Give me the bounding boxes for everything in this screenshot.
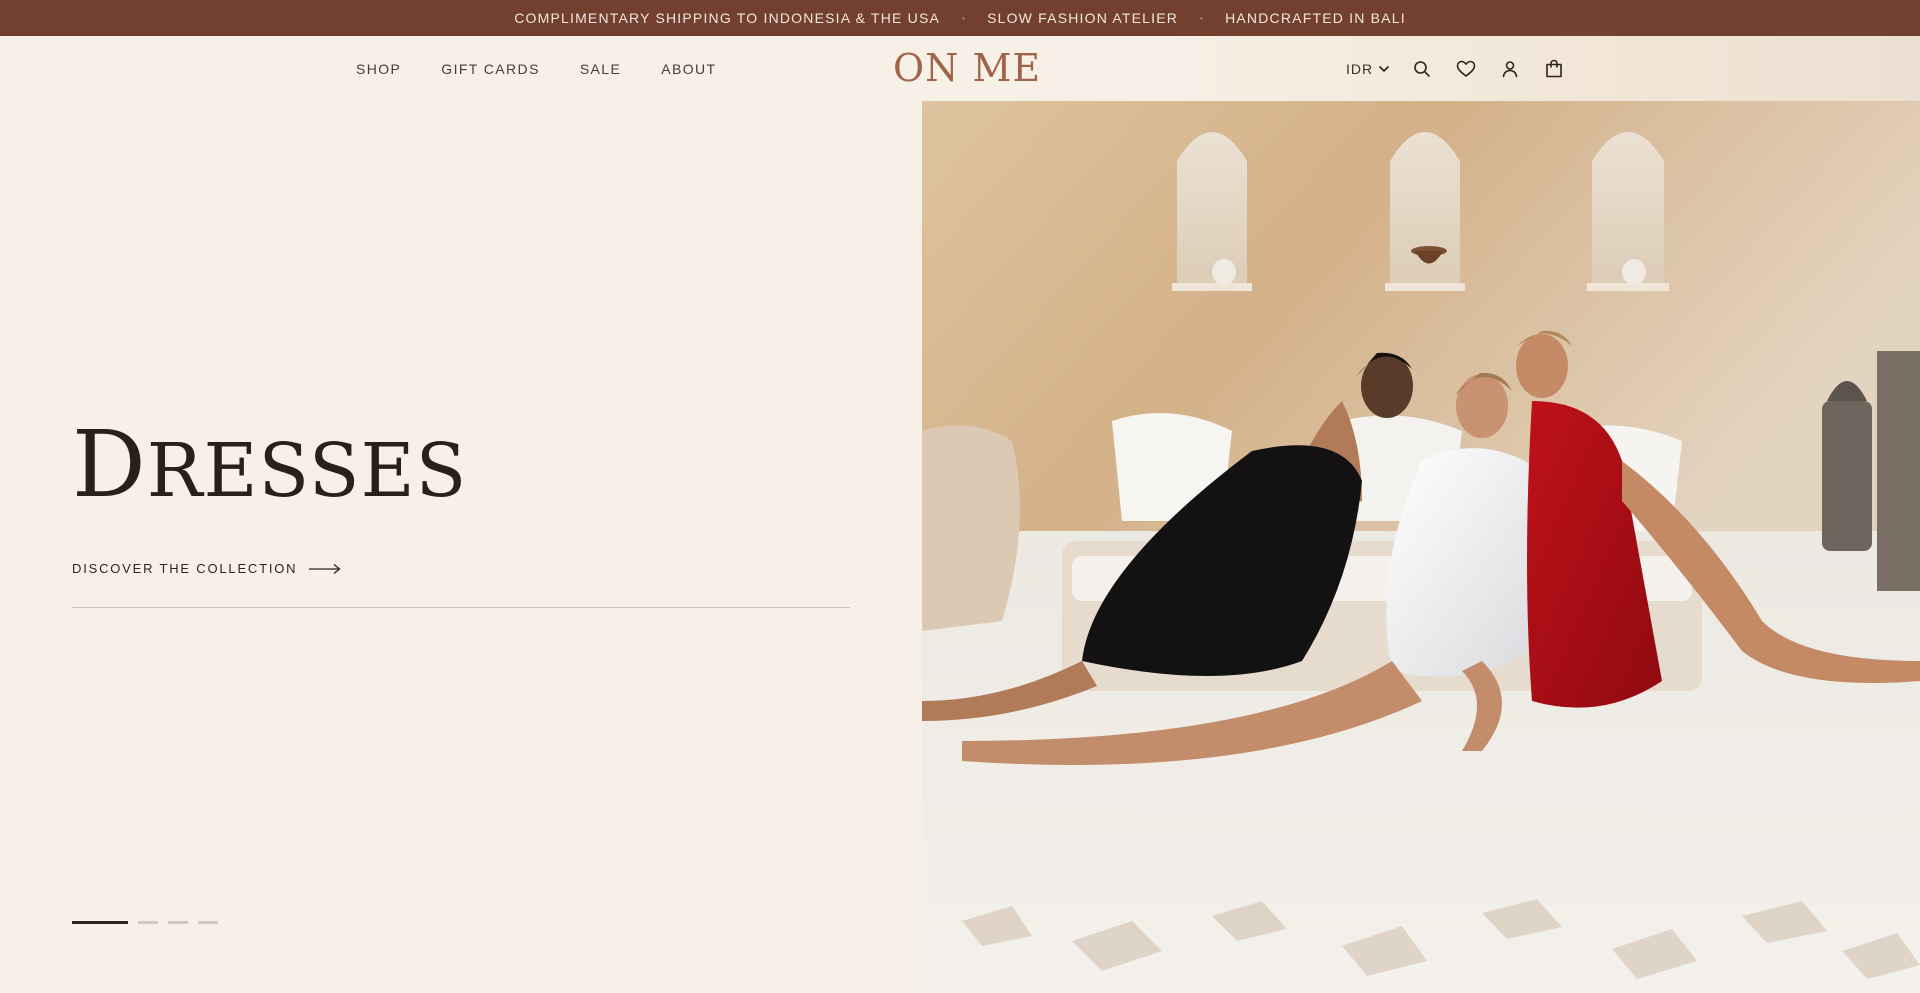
header-utilities: IDR	[1346, 36, 1566, 101]
announcement-shipping: COMPLIMENTARY SHIPPING TO INDONESIA & TH…	[514, 10, 941, 26]
discover-collection-label: DISCOVER THE COLLECTION	[72, 561, 298, 576]
chevron-down-icon	[1379, 65, 1389, 72]
hero-photo-illustration	[922, 101, 1920, 993]
slide-dot-2[interactable]	[138, 921, 158, 924]
bag-icon[interactable]	[1542, 57, 1566, 81]
search-icon[interactable]	[1410, 57, 1434, 81]
currency-selector[interactable]: IDR	[1346, 61, 1390, 77]
nav-sale[interactable]: SALE	[580, 61, 621, 77]
currency-label: IDR	[1346, 60, 1374, 77]
announcement-bar: COMPLIMENTARY SHIPPING TO INDONESIA & TH…	[0, 0, 1920, 36]
nav-shop[interactable]: SHOP	[356, 61, 401, 77]
arrow-right-icon	[309, 563, 341, 574]
slide-dot-1[interactable]	[72, 921, 128, 924]
hero-text-panel: DRESSES DISCOVER THE COLLECTION	[0, 101, 922, 993]
main-nav: SHOP GIFT CARDS SALE ABOUT	[356, 36, 716, 101]
heart-icon[interactable]	[1454, 57, 1478, 81]
hero-divider	[72, 607, 850, 608]
hero-image	[922, 101, 1920, 993]
discover-collection-link[interactable]: DISCOVER THE COLLECTION	[72, 561, 341, 576]
site-logo[interactable]: ON ME	[893, 42, 1041, 94]
user-icon[interactable]	[1498, 57, 1522, 81]
hero-title: DRESSES	[72, 419, 467, 511]
site-header: SHOP GIFT CARDS SALE ABOUT ON ME IDR	[0, 36, 1920, 101]
slide-dot-4[interactable]	[198, 921, 218, 924]
slide-dot-3[interactable]	[168, 921, 188, 924]
nav-gift-cards[interactable]: GIFT CARDS	[441, 61, 540, 77]
hero-title-initial: D	[72, 411, 147, 518]
hero-title-rest: RESSES	[146, 428, 468, 514]
announcement-atelier: SLOW FASHION ATELIER	[987, 10, 1179, 26]
announcement-bali: HANDCRAFTED IN BALI	[1225, 10, 1406, 26]
slider-pagination	[72, 921, 218, 924]
nav-about[interactable]: ABOUT	[661, 61, 716, 77]
